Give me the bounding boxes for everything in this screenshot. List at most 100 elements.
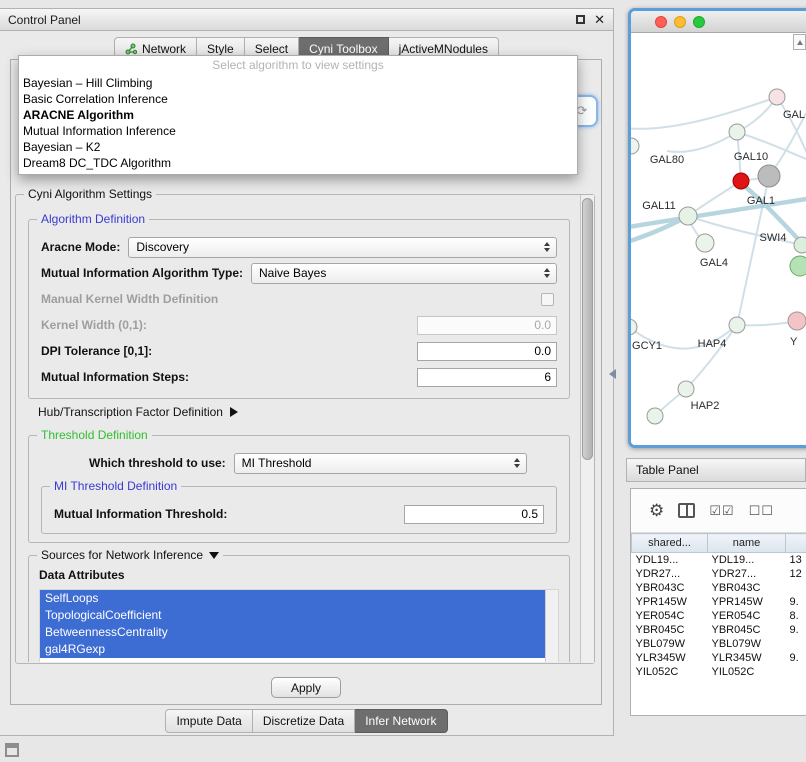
algorithm-option[interactable]: Basic Correlation Inference [19,91,577,107]
network-view-window: GAL80 GAL10 GAL11 GAL1 SWI4 GAL4 GCY1 HA… [628,8,806,448]
apply-button[interactable]: Apply [271,677,341,698]
threshold-definition-group: Threshold Definition Which threshold to … [28,435,570,543]
mi-threshold-field[interactable]: 0.5 [404,505,544,524]
manual-kernel-width-label: Manual Kernel Width Definition [41,292,218,306]
tab-label: Cyni Toolbox [309,42,377,56]
table-row[interactable]: YIL052C YIL052C [632,665,806,679]
cell: YIL052C [632,665,708,679]
close-icon[interactable]: ✕ [594,13,605,26]
mi-algorithm-type-label: Mutual Information Algorithm Type: [41,266,243,280]
algorithm-option[interactable]: Dream8 DC_TDC Algorithm [19,155,577,171]
table-row[interactable]: YLR345W YLR345W 9. [632,651,806,665]
table-row[interactable]: YPR145W YPR145W 9. [632,595,806,609]
node-label: GAL1 [747,195,775,207]
combobox-value: MI Threshold [242,456,312,470]
table-row[interactable]: YDR27... YDR27... 12 [632,567,806,581]
tab-impute-data[interactable]: Impute Data [165,709,252,733]
group-title: MI Threshold Definition [50,479,181,494]
data-attributes-label: Data Attributes [39,568,559,586]
node-label: GCY1 [632,340,662,352]
data-attributes-list[interactable]: SelfLoops TopologicalCoefficient Between… [39,589,559,662]
control-panel-titlebar[interactable]: Control Panel ✕ [0,9,613,31]
list-item[interactable]: BetweennessCentrality [40,624,545,641]
column-header[interactable]: shared... [632,534,708,553]
manual-kernel-width-checkbox[interactable] [541,293,554,306]
network-node[interactable] [647,408,663,424]
list-item[interactable]: gal4RGexp [40,641,545,658]
aracne-mode-combobox[interactable]: Discovery [128,237,557,258]
table-panel-titlebar[interactable]: Table Panel [626,458,806,482]
cell [786,581,806,595]
network-node[interactable] [788,312,806,330]
which-threshold-combobox[interactable]: MI Threshold [234,453,527,474]
table-row[interactable]: YER054C YER054C 8. [632,609,806,623]
network-node[interactable] [794,237,806,253]
network-graph: GAL80 GAL10 GAL11 GAL1 SWI4 GAL4 GCY1 HA… [631,33,806,445]
scrollbar-up-arrow[interactable] [793,34,806,50]
table-row[interactable]: YDL19... YDL19... 13 [632,553,806,567]
network-node[interactable] [631,138,639,154]
node-label: GAL [783,109,805,121]
cell: 8. [786,609,806,623]
dock-panel-icon[interactable] [5,743,19,757]
hub-definition-toggle[interactable]: Hub/Transcription Factor Definition [28,399,570,425]
field-value: 0.0 [534,318,551,332]
dpi-tolerance-field[interactable]: 0.0 [417,342,557,361]
zoom-traffic-light[interactable] [693,16,705,28]
node-label: GAL80 [650,154,684,166]
deselect-all-icon[interactable]: ☐☐ [749,504,774,517]
float-window-icon[interactable] [576,15,585,24]
column-header[interactable] [786,534,806,553]
list-scrollbar[interactable] [545,590,558,662]
algorithm-definition-group: Algorithm Definition Aracne Mode: Discov… [28,219,570,399]
field-value: 0.5 [521,507,538,521]
kernel-width-field[interactable]: 0.0 [417,316,557,335]
network-node[interactable] [696,234,714,252]
network-window-titlebar[interactable] [631,11,806,33]
list-item[interactable]: SelfLoops [40,590,545,607]
network-node[interactable] [729,124,745,140]
network-node[interactable] [790,256,806,276]
settings-gear-icon[interactable]: ⚙ [649,502,664,519]
algorithm-option[interactable]: Bayesian – K2 [19,139,577,155]
sources-group-title[interactable]: Sources for Network Inference [37,548,223,563]
column-header[interactable]: name [708,534,786,553]
tab-infer-network[interactable]: Infer Network [355,709,447,733]
algorithm-option[interactable]: ARACNE Algorithm [19,107,577,123]
select-all-icon[interactable]: ☑☑ [709,504,734,517]
tab-label: Select [255,42,288,56]
field-value: 6 [544,370,551,384]
list-item[interactable]: TopologicalCoefficient [40,607,545,624]
splitter-collapse-arrow[interactable] [609,369,616,379]
cell: YDL19... [632,553,708,567]
dropdown-placeholder: Select algorithm to view settings [19,56,577,75]
table-row[interactable]: YBR045C YBR045C 9. [632,623,806,637]
network-node-hub[interactable] [758,165,780,187]
algorithm-option[interactable]: Bayesian – Hill Climbing [19,75,577,91]
close-traffic-light[interactable] [655,16,667,28]
combobox-value: Naive Bayes [259,266,326,280]
tab-label: Style [207,42,234,56]
network-node-selected[interactable] [733,173,749,189]
cell: YBL079W [708,637,786,651]
network-node[interactable] [678,381,694,397]
network-canvas[interactable]: GAL80 GAL10 GAL11 GAL1 SWI4 GAL4 GCY1 HA… [631,33,806,445]
chevron-updown-icon [540,268,556,278]
cell: YPR145W [632,595,708,609]
network-node[interactable] [729,317,745,333]
tab-discretize-data[interactable]: Discretize Data [253,709,355,733]
table-row[interactable]: YBL079W YBL079W [632,637,806,651]
settings-scrollbar[interactable] [580,195,594,663]
mi-steps-field[interactable]: 6 [417,368,557,387]
mi-algorithm-type-combobox[interactable]: Naive Bayes [251,263,557,284]
algorithm-option[interactable]: Mutual Information Inference [19,123,577,139]
table-row[interactable]: YBR043C YBR043C [632,581,806,595]
algorithm-dropdown-popup: Select algorithm to view settings Bayesi… [18,55,578,175]
column-selector-icon[interactable] [678,503,695,518]
scrollbar-thumb[interactable] [582,198,593,460]
network-node[interactable] [679,207,697,225]
network-node[interactable] [769,89,785,105]
minimize-traffic-light[interactable] [674,16,686,28]
kernel-width-label: Kernel Width (0,1): [41,318,147,332]
cell: YBR043C [632,581,708,595]
